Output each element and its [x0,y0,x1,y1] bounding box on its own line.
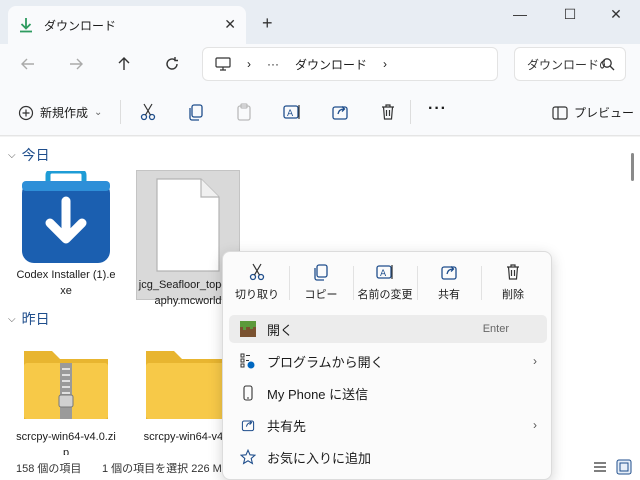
installer-icon [22,171,110,263]
back-arrow-icon[interactable] [20,56,36,72]
menu-item-favorites[interactable]: お気に入りに追加 [229,443,547,471]
star-icon [239,448,257,466]
file-name: Codex Installer (1).exe [16,269,116,297]
refresh-icon[interactable] [164,56,180,72]
maximize-button[interactable]: ☐ [550,6,590,26]
cut-action[interactable]: 切り取り [225,262,289,304]
share-action[interactable]: 共有 [417,262,481,304]
copy-icon [314,264,328,281]
open-with-icon [239,352,257,370]
file-name: scrcpy-win64-v4.0.zip [16,431,116,455]
search-placeholder: ダウンロードの検索 [527,57,605,72]
preview-button[interactable]: プレビュー [552,104,634,121]
forward-arrow-icon[interactable] [68,56,84,72]
breadcrumb-separator: › [247,57,251,71]
menu-item-share-to[interactable]: 共有先 › [229,411,547,439]
phone-icon [239,384,257,402]
menu-item-open-with[interactable]: プログラムから開く › [229,347,547,375]
svg-text:A: A [380,269,387,279]
item-count: 158 個の項目 [16,463,82,475]
breadcrumb-downloads[interactable]: ダウンロード [295,56,367,73]
minimize-button[interactable]: — [500,6,540,26]
favorites-label: お気に入りに追加 [267,450,372,466]
scrollbar-thumb[interactable] [631,153,634,181]
group-header-yesterday[interactable]: ⌵ 昨日 [8,309,50,329]
open-shortcut: Enter [482,323,509,335]
tab-close-button[interactable]: ✕ [224,16,236,33]
new-button[interactable]: 新規作成 ⌄ [18,104,102,121]
group-header-today[interactable]: ⌵ 今日 [8,145,50,165]
title-bar: ダウンロード ✕ + — ☐ ✕ [0,0,640,44]
share-label: 共有 [438,289,460,301]
tab-downloads[interactable]: ダウンロード ✕ [8,6,246,44]
search-icon [602,58,615,71]
share-icon[interactable] [330,102,350,122]
more-options-button[interactable]: ··· [428,100,447,118]
generic-file-icon [156,178,220,272]
menu-item-open[interactable]: 開く Enter [229,315,547,343]
plus-circle-icon [18,105,34,120]
chevron-down-icon: ⌵ [8,313,16,325]
rename-icon[interactable]: A [282,102,302,122]
divider [410,100,411,124]
divider [120,100,121,124]
menu-item-myphone[interactable]: My Phone に送信 [229,379,547,407]
selection-info: 1 個の項目を選択 226 MB [102,463,230,475]
new-tab-button[interactable]: + [262,13,273,34]
minecraft-block-icon [239,320,257,338]
breadcrumb-more[interactable]: ··· [267,57,279,71]
group-label: 昨日 [21,311,50,327]
address-box[interactable]: › ··· ダウンロード › [202,47,498,81]
cut-icon [249,263,265,281]
breadcrumb-separator: › [383,57,388,71]
group-label: 今日 [21,147,50,163]
delete-label: 削除 [502,289,524,301]
rename-action[interactable]: A 名前の変更 [353,262,417,304]
delete-action[interactable]: 削除 [481,262,545,304]
cut-icon[interactable] [138,102,158,122]
command-bar: 新規作成 ⌄ A ··· プレビュー [0,88,640,136]
svg-text:A: A [287,109,294,119]
file-item-codex-installer[interactable]: Codex Installer (1).exe [14,171,118,301]
copy-action[interactable]: コピー [289,262,353,304]
open-label: 開く [267,322,294,338]
details-view-icon[interactable] [592,459,608,475]
vertical-scrollbar[interactable] [628,137,640,455]
computer-icon [215,57,231,71]
new-label: 新規作成 [40,106,89,120]
paste-icon[interactable] [234,102,254,122]
share-to-label: 共有先 [267,418,307,434]
up-arrow-icon[interactable] [116,56,132,72]
delete-icon[interactable] [378,102,398,122]
chevron-right-icon: › [533,354,537,368]
chevron-down-icon: ⌵ [8,149,16,161]
context-menu: 切り取り コピー A 名前の変更 共有 削除 開く Enter プログラムから開… [222,251,552,480]
download-icon [20,18,32,33]
close-window-button[interactable]: ✕ [596,6,636,26]
zip-folder-icon [24,351,108,419]
myphone-label: My Phone に送信 [267,386,369,402]
search-box[interactable]: ダウンロードの検索 [514,47,626,81]
copy-label: コピー [304,289,338,301]
tab-title: ダウンロード [44,18,117,33]
preview-pane-icon [552,105,568,120]
rename-icon: A [376,265,393,279]
tiles-view-icon[interactable] [616,459,632,475]
folder-icon [146,351,230,419]
file-item-scrcpy-zip[interactable]: scrcpy-win64-v4.0.zip [14,337,118,455]
chevron-right-icon: › [533,418,537,432]
open-with-label: プログラムから開く [267,354,384,370]
share-icon [441,266,457,280]
cut-label: 切り取り [235,289,279,301]
share-icon [239,416,257,434]
chevron-down-icon: ⌄ [94,107,103,118]
preview-label: プレビュー [574,106,635,120]
rename-label: 名前の変更 [357,289,413,301]
copy-icon[interactable] [186,102,206,122]
delete-icon [507,264,519,280]
